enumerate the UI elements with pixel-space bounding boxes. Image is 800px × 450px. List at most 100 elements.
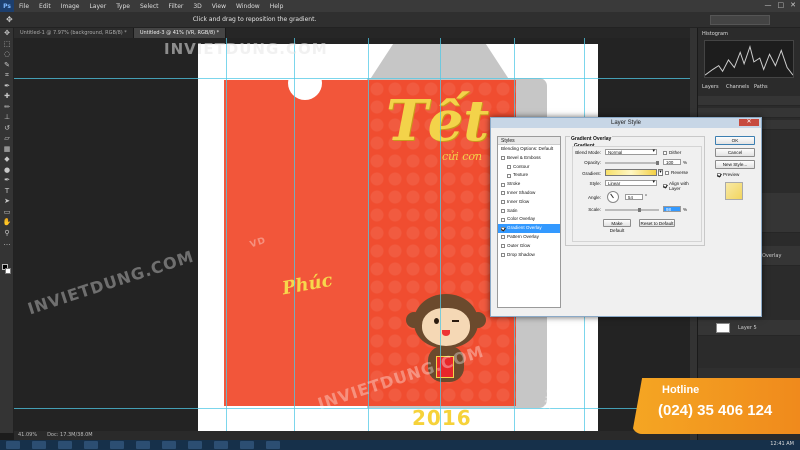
style-checkbox[interactable] [507, 164, 511, 169]
style-checkbox[interactable] [501, 252, 505, 257]
maximize-icon[interactable]: □ [778, 1, 785, 9]
style-checkbox[interactable] [501, 226, 505, 231]
minimize-icon[interactable]: — [765, 1, 772, 9]
style-checkbox[interactable] [501, 208, 505, 213]
tab-channels[interactable]: Channels [726, 84, 749, 90]
styles-header[interactable]: Styles [498, 137, 560, 145]
tab-layers[interactable]: Layers [702, 84, 719, 90]
align-option[interactable]: Align with Layer [663, 181, 701, 191]
taskbar-app[interactable] [58, 441, 72, 449]
type-tool-icon[interactable]: T [0, 186, 14, 197]
history-brush-tool-icon[interactable]: ↺ [0, 123, 14, 134]
dither-option[interactable]: Dither [663, 150, 681, 155]
reset-default-button[interactable]: Reset to Default [639, 219, 675, 227]
style-select[interactable]: Linear [605, 180, 657, 186]
taskbar-app[interactable] [188, 441, 202, 449]
workspace-select[interactable] [710, 15, 770, 25]
taskbar-app[interactable] [84, 441, 98, 449]
taskbar-app[interactable] [240, 441, 254, 449]
reverse-checkbox[interactable] [665, 170, 669, 175]
taskbar-app[interactable] [110, 441, 124, 449]
style-item[interactable]: Stroke [498, 180, 560, 189]
preview-checkbox[interactable] [717, 172, 721, 177]
guide-vertical[interactable] [226, 38, 227, 431]
menu-file[interactable]: File [14, 3, 34, 10]
taskbar-app[interactable] [214, 441, 228, 449]
scale-slider[interactable] [605, 208, 659, 212]
angle-input[interactable]: 54 [625, 194, 643, 200]
stamp-tool-icon[interactable]: ⊥ [0, 112, 14, 123]
menu-type[interactable]: Type [111, 3, 135, 10]
move-tool-icon[interactable]: ✥ [6, 15, 13, 24]
guide-vertical[interactable] [368, 38, 369, 431]
menu-window[interactable]: Window [231, 3, 265, 10]
angle-dial[interactable] [607, 191, 619, 203]
pen-tool-icon[interactable]: ✒ [0, 175, 14, 186]
style-item[interactable]: Texture [498, 171, 560, 180]
guide-horizontal[interactable] [14, 408, 697, 409]
style-checkbox[interactable] [501, 156, 505, 161]
style-item[interactable]: Blending Options: Default [498, 145, 560, 154]
taskbar-app[interactable] [162, 441, 176, 449]
scale-slider-knob[interactable] [638, 208, 642, 212]
path-select-tool-icon[interactable]: ➤ [0, 196, 14, 207]
preview-option[interactable]: Preview [717, 172, 739, 177]
zoom-level[interactable]: 41.09% [18, 431, 37, 440]
style-item[interactable]: Drop Shadow [498, 251, 560, 260]
zoom-tool-icon[interactable]: ⚲ [0, 228, 14, 239]
style-item[interactable]: Contour [498, 163, 560, 172]
style-checkbox[interactable] [501, 217, 505, 222]
menu-select[interactable]: Select [135, 3, 164, 10]
style-checkbox[interactable] [507, 173, 511, 178]
scale-input[interactable]: 98 [663, 206, 681, 212]
blur-tool-icon[interactable]: ◆ [0, 154, 14, 165]
style-item[interactable]: Outer Glow [498, 242, 560, 251]
menu-image[interactable]: Image [56, 3, 85, 10]
style-item[interactable]: Inner Glow [498, 198, 560, 207]
align-with-layer-checkbox[interactable] [663, 184, 667, 188]
dodge-tool-icon[interactable]: ● [0, 165, 14, 176]
style-checkbox[interactable] [501, 191, 505, 196]
eyedropper-tool-icon[interactable]: ✒ [0, 81, 14, 92]
gradient-dropdown-icon[interactable]: ▾ [658, 169, 663, 176]
taskbar-app[interactable] [136, 441, 150, 449]
layers-filter-row[interactable] [698, 96, 800, 106]
style-checkbox[interactable] [501, 200, 505, 205]
gradient-picker[interactable] [605, 169, 657, 176]
ok-button[interactable]: OK [715, 136, 755, 145]
style-item[interactable]: Color Overlay [498, 215, 560, 224]
close-icon[interactable]: ✕ [790, 1, 796, 9]
layer-row-layer-5[interactable]: Layer 5 [698, 320, 800, 336]
background-color-swatch[interactable] [5, 268, 11, 274]
brush-tool-icon[interactable]: ✏ [0, 102, 14, 113]
reverse-option[interactable]: Reverse [665, 170, 688, 175]
more-tools-icon[interactable]: … [0, 238, 14, 249]
menu-3d[interactable]: 3D [188, 3, 206, 10]
opacity-slider[interactable] [605, 161, 659, 165]
blend-mode-select[interactable]: Normal [605, 149, 657, 155]
shape-tool-icon[interactable]: ▭ [0, 207, 14, 218]
make-default-button[interactable]: Make Default [603, 219, 631, 233]
quick-select-tool-icon[interactable]: ✎ [0, 60, 14, 71]
healing-tool-icon[interactable]: ✚ [0, 91, 14, 102]
move-tool-icon[interactable]: ✥ [0, 28, 14, 39]
style-item[interactable]: Bevel & Emboss [498, 154, 560, 163]
style-item[interactable]: Satin [498, 207, 560, 216]
tab-untitled-3[interactable]: Untitled-3 @ 41% (VR, RGB/8) * [133, 28, 227, 38]
marquee-tool-icon[interactable]: ⬚ [0, 39, 14, 50]
style-checkbox[interactable] [501, 235, 505, 240]
hand-tool-icon[interactable]: ✋ [0, 217, 14, 228]
style-item[interactable]: Inner Shadow [498, 189, 560, 198]
cancel-button[interactable]: Cancel [715, 148, 755, 157]
taskbar-app[interactable] [266, 441, 280, 449]
tab-untitled-1[interactable]: Untitled-1 @ 7.97% (background, RGB/8) * [14, 28, 134, 38]
taskbar-app[interactable] [32, 441, 46, 449]
lasso-tool-icon[interactable]: ◌ [0, 49, 14, 60]
menu-help[interactable]: Help [265, 3, 289, 10]
dialog-close-button[interactable]: ✕ [739, 119, 759, 126]
style-checkbox[interactable] [501, 182, 505, 187]
style-item[interactable]: Pattern Overlay [498, 233, 560, 242]
start-button[interactable] [6, 441, 20, 449]
crop-tool-icon[interactable]: ⌗ [0, 70, 14, 81]
new-style-button[interactable]: New Style... [715, 160, 755, 169]
